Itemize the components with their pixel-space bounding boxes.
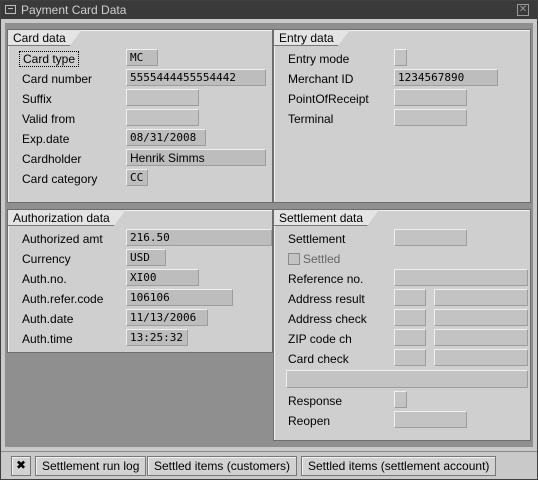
settled-label: Settled bbox=[303, 252, 341, 266]
response-label: Response bbox=[288, 394, 343, 408]
window-title: Payment Card Data bbox=[21, 3, 127, 17]
cancel-button[interactable]: ✖ bbox=[11, 456, 31, 476]
payment-card-data-window: Payment Card Data ✕ Card data Card type … bbox=[0, 0, 538, 480]
auth-no-label: Auth.no. bbox=[22, 272, 67, 286]
merchant-id-field[interactable]: 1234567890 bbox=[394, 69, 498, 86]
suffix-label: Suffix bbox=[22, 92, 52, 106]
address-result-code-field[interactable] bbox=[394, 289, 426, 306]
settlement-data-group: Settlement data Settlement Settled Refer… bbox=[273, 209, 531, 441]
settlement-label: Settlement bbox=[288, 232, 346, 246]
settlement-text-field[interactable] bbox=[286, 370, 528, 388]
auth-date-field[interactable]: 11/13/2006 bbox=[126, 309, 208, 326]
reference-no-field[interactable] bbox=[394, 269, 528, 286]
settled-items-customers-button[interactable]: Settled items (customers) bbox=[147, 456, 298, 476]
terminal-field[interactable] bbox=[394, 109, 467, 126]
address-result-label: Address result bbox=[288, 292, 365, 306]
currency-field[interactable]: USD bbox=[126, 249, 166, 266]
address-check-label: Address check bbox=[288, 312, 367, 326]
auth-time-label: Auth.time bbox=[22, 332, 73, 346]
zip-code-check-code-field[interactable] bbox=[394, 329, 426, 346]
suffix-field[interactable] bbox=[126, 89, 199, 106]
valid-from-label: Valid from bbox=[22, 112, 76, 126]
auth-refer-code-label: Auth.refer.code bbox=[22, 292, 104, 306]
authorized-amt-field[interactable]: 216.50 bbox=[126, 229, 272, 246]
button-bar: ✖ Settlement run log Settled items (cust… bbox=[1, 451, 537, 479]
authorized-amt-label: Authorized amt bbox=[22, 232, 103, 246]
entry-mode-field[interactable] bbox=[394, 49, 407, 66]
auth-date-label: Auth.date bbox=[22, 312, 74, 326]
authorization-data-group: Authorization data Authorized amt 216.50… bbox=[7, 209, 273, 353]
entry-data-tab: Entry data bbox=[274, 30, 350, 46]
cardholder-field[interactable]: Henrik Simms bbox=[126, 149, 266, 166]
settled-checkbox[interactable] bbox=[288, 253, 300, 265]
card-data-group: Card data Card type MC Card number 55554… bbox=[7, 29, 273, 203]
entry-mode-label: Entry mode bbox=[288, 52, 350, 66]
card-check-text-field[interactable] bbox=[434, 349, 528, 366]
settled-items-settlement-account-button[interactable]: Settled items (settlement account) bbox=[301, 456, 497, 476]
zip-code-check-label: ZIP code ch bbox=[288, 332, 352, 346]
entry-data-group: Entry data Entry mode Merchant ID 123456… bbox=[273, 29, 531, 203]
merchant-id-label: Merchant ID bbox=[288, 72, 354, 86]
terminal-label: Terminal bbox=[288, 112, 334, 126]
cardholder-label: Cardholder bbox=[22, 152, 82, 166]
reopen-label: Reopen bbox=[288, 414, 331, 428]
card-number-field[interactable]: 5555444455554442 bbox=[126, 69, 266, 86]
close-window-button[interactable]: ✕ bbox=[517, 4, 529, 16]
card-category-label: Card category bbox=[22, 172, 98, 186]
response-field[interactable] bbox=[394, 391, 407, 408]
settlement-field[interactable] bbox=[394, 229, 467, 246]
card-check-code-field[interactable] bbox=[394, 349, 426, 366]
settlement-run-log-button[interactable]: Settlement run log bbox=[35, 456, 147, 476]
authorization-data-tab: Authorization data bbox=[8, 210, 126, 226]
card-type-field[interactable]: MC bbox=[126, 49, 158, 66]
point-of-receipt-field[interactable] bbox=[394, 89, 467, 106]
settlement-data-tab: Settlement data bbox=[274, 210, 379, 226]
reference-no-label: Reference no. bbox=[288, 272, 364, 286]
card-check-label: Card check bbox=[288, 352, 349, 366]
address-result-text-field[interactable] bbox=[434, 289, 528, 306]
window-menu-icon[interactable] bbox=[5, 5, 16, 14]
address-check-code-field[interactable] bbox=[394, 309, 426, 326]
address-check-text-field[interactable] bbox=[434, 309, 528, 326]
currency-label: Currency bbox=[22, 252, 71, 266]
exp-date-label: Exp.date bbox=[22, 132, 70, 146]
zip-code-check-text-field[interactable] bbox=[434, 329, 528, 346]
auth-refer-code-field[interactable]: 106106 bbox=[126, 289, 233, 306]
point-of-receipt-label: PointOfReceipt bbox=[288, 92, 369, 106]
card-data-tab: Card data bbox=[8, 30, 82, 46]
card-category-field[interactable]: CC bbox=[126, 169, 148, 186]
auth-time-field[interactable]: 13:25:32 bbox=[126, 329, 188, 346]
reopen-field[interactable] bbox=[394, 411, 467, 428]
valid-from-field[interactable] bbox=[126, 109, 199, 126]
auth-no-field[interactable]: XI00 bbox=[126, 269, 199, 286]
dialog-content: Card data Card type MC Card number 55554… bbox=[5, 23, 533, 447]
card-type-label: Card type bbox=[18, 51, 80, 67]
exp-date-field[interactable]: 08/31/2008 bbox=[126, 129, 206, 146]
card-number-label: Card number bbox=[22, 72, 93, 86]
title-bar: Payment Card Data ✕ bbox=[1, 1, 537, 19]
